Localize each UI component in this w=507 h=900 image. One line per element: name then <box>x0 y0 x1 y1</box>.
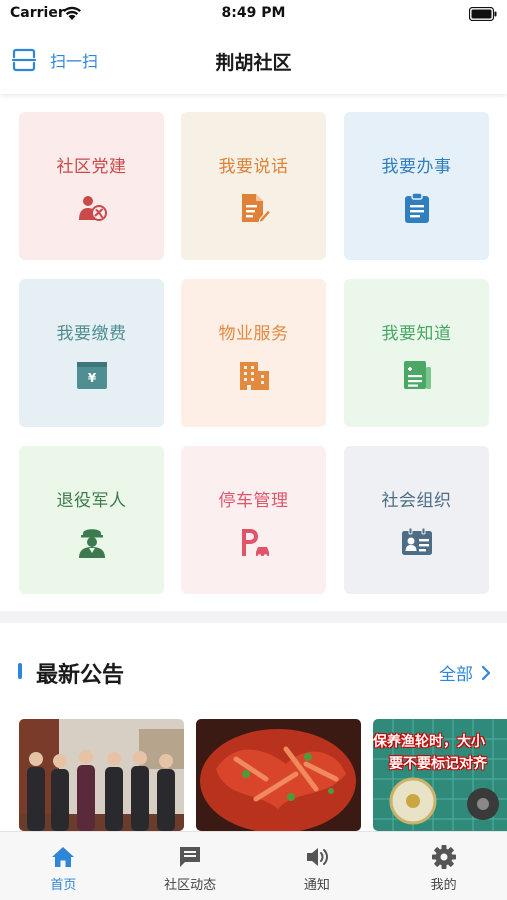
notice-carousel: 保养渔轮时，大小 要不要标记对齐 <box>0 719 507 831</box>
tab-home[interactable]: 首页 <box>0 832 127 900</box>
news-icon <box>403 361 431 389</box>
tile-label: 我要知道 <box>381 324 452 344</box>
notice-caption-line: 保养渔轮时，大小 <box>373 734 485 750</box>
tile-payment[interactable]: 我要缴费 ¥ <box>19 279 164 427</box>
tile-organizations[interactable]: 社会组织 <box>344 446 489 594</box>
tile-property[interactable]: 物业服务 <box>181 279 326 427</box>
notice-title: 最新公告 <box>36 663 125 688</box>
soldier-icon <box>78 529 105 558</box>
notice-caption: 保养渔轮时，大小 要不要标记对齐 <box>373 731 507 775</box>
tile-label: 停车管理 <box>218 491 289 511</box>
section-divider <box>0 611 507 623</box>
tab-label: 首页 <box>50 878 77 893</box>
notice-header: 最新公告 全部 <box>0 650 507 694</box>
parking-icon <box>241 529 269 558</box>
speaker-icon <box>306 848 328 866</box>
notice-card[interactable] <box>19 719 184 831</box>
tile-parking[interactable]: 停车管理 <box>181 446 326 594</box>
tab-label: 社区动态 <box>164 878 217 893</box>
tile-affairs[interactable]: 我要办事 <box>344 112 489 260</box>
id-card-icon <box>401 527 432 555</box>
tile-label: 我要缴费 <box>56 324 127 344</box>
view-all-button[interactable]: 全部 <box>439 660 491 685</box>
payment-box-icon: ¥ <box>76 362 107 389</box>
page-title: 荆胡社区 <box>215 52 292 74</box>
app-header: 扫一扫 荆胡社区 <box>0 28 507 94</box>
svg-text:¥: ¥ <box>87 371 96 385</box>
tab-notifications[interactable]: 通知 <box>254 832 381 900</box>
chevron-right-icon <box>481 665 491 680</box>
home-icon <box>52 847 75 867</box>
document-edit-icon <box>241 194 271 224</box>
party-icon <box>78 196 107 221</box>
tile-label: 我要说话 <box>218 157 289 177</box>
tile-label: 退役军人 <box>56 491 127 511</box>
tab-profile[interactable]: 我的 <box>380 832 507 900</box>
building-icon <box>239 362 269 390</box>
notice-card[interactable] <box>196 719 361 831</box>
tab-bar: 首页 社区动态 通知 我的 <box>0 831 507 900</box>
clipboard-icon <box>404 192 429 223</box>
tile-label: 社区党建 <box>56 157 127 177</box>
tile-know[interactable]: 我要知道 <box>344 279 489 427</box>
tile-veterans[interactable]: 退役军人 <box>19 446 164 594</box>
group-photo-image <box>19 719 184 831</box>
gear-icon <box>431 845 456 869</box>
tab-label: 通知 <box>303 878 330 893</box>
message-icon <box>180 847 201 867</box>
notice-caption-line: 要不要标记对齐 <box>389 756 487 772</box>
view-all-label: 全部 <box>439 665 473 685</box>
status-time: 8:49 PM <box>221 5 286 21</box>
status-bar: Carrier 8:49 PM <box>0 0 507 28</box>
service-grid: 社区党建 我要说话 我要办事 我要缴费 ¥ 物业服务 我要知道 退役军人 停车管… <box>19 112 489 594</box>
tile-party-building[interactable]: 社区党建 <box>19 112 164 260</box>
food-photo-image <box>196 719 361 831</box>
tile-label: 社会组织 <box>381 491 452 511</box>
notice-card[interactable]: 保养渔轮时，大小 要不要标记对齐 <box>373 719 507 831</box>
tab-label: 我的 <box>430 878 457 893</box>
tile-label: 物业服务 <box>218 324 289 344</box>
battery-icon <box>469 7 497 21</box>
notice-accent-bar <box>18 663 22 679</box>
tab-community-news[interactable]: 社区动态 <box>127 832 254 900</box>
tile-label: 我要办事 <box>381 157 452 177</box>
tile-speak[interactable]: 我要说话 <box>181 112 326 260</box>
